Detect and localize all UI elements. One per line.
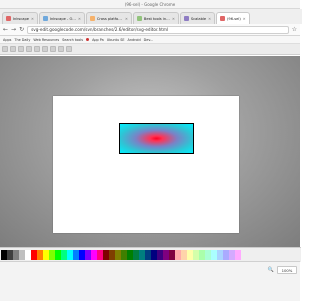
bookmark-item[interactable]: Search tools [62,38,83,42]
status-bar: 🔍 100% [0,261,300,301]
tab-label: Inkscape [13,16,29,21]
zoom-value: 100% [281,267,293,273]
back-icon[interactable]: ← [3,26,8,33]
rect-tool-icon[interactable] [26,46,32,52]
favicon-icon [136,16,142,21]
gradient-rectangle[interactable] [119,123,194,154]
tab-1[interactable]: Inkscape - Open Source ✕ [38,12,85,24]
color-palette [0,247,301,262]
tab-4[interactable]: Scalable ✕ [179,12,215,24]
close-icon[interactable]: ✕ [78,17,81,21]
tab-0[interactable]: Inkscape ✕ [2,12,38,24]
canvas-workarea[interactable] [0,56,300,247]
favicon-icon [86,38,90,41]
tab-2[interactable]: Cross platform free sc ✕ [85,12,132,24]
pencil-tool-icon[interactable] [10,46,16,52]
tab-label: Cross platform free sc [96,16,123,21]
forward-icon[interactable]: → [11,26,16,33]
editor-toolbar [0,44,300,55]
close-icon[interactable]: ✕ [31,17,34,21]
bookmark-item[interactable]: App Pa [92,38,104,42]
svg-artboard[interactable] [53,96,239,233]
favicon-icon [220,16,225,21]
zoom-icon: 🔍 [267,267,274,273]
favicon-icon [183,16,189,21]
url-text: svg-edit.googlecode.com/svn/branches/2.6… [31,27,169,32]
window-title: (96-sel) - Google Chrome [124,1,176,7]
close-icon[interactable]: ✕ [172,17,175,21]
bookmark-item[interactable]: Ubuntu SE [107,38,125,42]
line-tool-icon[interactable] [18,46,24,52]
tab-3[interactable]: Best tools in a 5 gi ✕ [132,12,179,24]
close-icon[interactable]: ✕ [208,17,211,21]
tab-label: (96-sel) [227,16,241,21]
palette-swatch[interactable] [235,250,241,260]
text-tool-icon[interactable] [50,46,56,52]
reload-icon[interactable]: ↻ [19,26,24,33]
zoom-tool-icon[interactable] [66,46,72,52]
bookmark-item[interactable]: The Daily [14,38,30,42]
favicon-icon [42,16,48,21]
close-icon[interactable]: ✕ [125,17,128,21]
image-tool-icon[interactable] [58,46,64,52]
bookmark-item[interactable]: Dev... [144,38,154,42]
bookmark-item[interactable]: Android [128,38,141,42]
select-tool-icon[interactable] [2,46,8,52]
address-bar-row: ← → ↻ svg-edit.googlecode.com/svn/branch… [0,24,300,36]
path-tool-icon[interactable] [42,46,48,52]
bookmark-item[interactable]: Web Resources [33,38,59,42]
bookmarks-bar: Apps The Daily Web Resources Search tool… [0,36,300,44]
tab-strip: Inkscape ✕ Inkscape - Open Source ✕ Cros… [0,9,302,24]
zoom-field[interactable]: 100% [277,266,297,274]
tab-5[interactable]: (96-sel) ✕ [216,12,250,24]
favicon-icon [6,16,11,21]
star-icon[interactable]: ☆ [292,26,297,33]
address-input[interactable]: svg-edit.googlecode.com/svn/branches/2.6… [27,25,289,34]
close-icon[interactable]: ✕ [243,17,246,21]
window-titlebar: (96-sel) - Google Chrome [0,0,300,9]
tab-label: Inkscape - Open Source [49,16,76,21]
bookmark-item[interactable]: Apps [3,38,11,42]
favicon-icon [89,16,95,21]
ellipse-tool-icon[interactable] [34,46,40,52]
tab-label: Best tools in a 5 gi [143,16,170,21]
tab-label: Scalable [190,16,207,21]
